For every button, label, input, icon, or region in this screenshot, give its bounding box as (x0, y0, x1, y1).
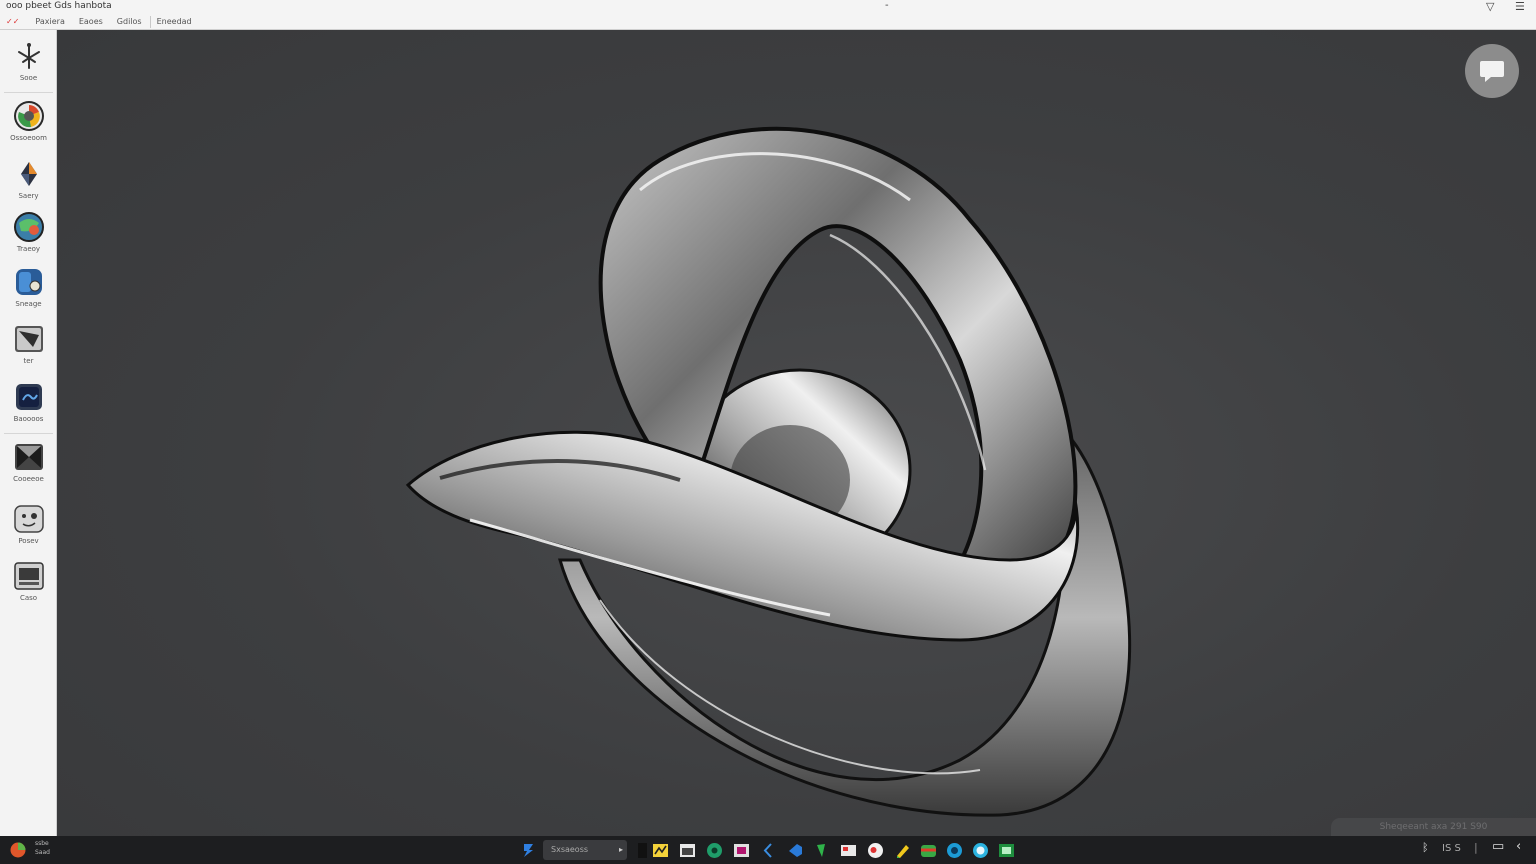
dock-label: Posev (18, 537, 39, 545)
title-bar: ooo pbeet Gds hanbota - ▽ ☰ ✓✓ Paxiera E… (0, 0, 1536, 30)
menu-item-eaoes[interactable]: Eaoes (79, 17, 103, 26)
browser-icon[interactable] (679, 842, 696, 859)
status-marks: ✓✓ (6, 17, 20, 26)
dock-label: Caso (19, 594, 38, 602)
dock-item-0[interactable]: Sooe (0, 40, 57, 82)
user-line-1: ssbe (35, 840, 49, 847)
window-title: ooo pbeet Gds hanbota (6, 1, 112, 11)
window-app-icon[interactable] (733, 842, 750, 859)
dock-item-3[interactable]: Traeoy (0, 211, 57, 253)
back-icon[interactable] (760, 842, 777, 859)
tray-divider: | (1474, 841, 1478, 854)
dock-label: ter (23, 357, 34, 365)
menu-item-eneedad[interactable]: Eneedad (157, 17, 192, 26)
dock-label: Baoooos (13, 415, 44, 423)
dock-divider (4, 92, 53, 93)
dock-label: Cooeeoe (13, 475, 44, 483)
window-icon (14, 444, 43, 470)
leaf-icon[interactable] (813, 842, 830, 859)
dock-label: Traeoy (16, 245, 41, 253)
desktop: Sheqeeant axa 291 S90 (57, 30, 1536, 836)
chrome-icon[interactable] (867, 842, 884, 859)
menu-bar: ✓✓ Paxiera Eaoes Gdilos Eneedad (6, 15, 206, 28)
hamburger-menu-icon[interactable]: ☰ (1515, 0, 1525, 13)
files-icon[interactable] (520, 842, 537, 859)
dock-item-8[interactable]: Posev (0, 503, 57, 545)
search-text: Sxsaeoss (551, 845, 589, 854)
notes-icon[interactable] (652, 842, 669, 859)
dock-item-7[interactable]: Cooeeoe (0, 441, 57, 483)
dock-item-9[interactable]: Caso (0, 560, 57, 602)
chrome-like-icon (13, 101, 44, 131)
taskbar-user: ssbe Saad (35, 839, 50, 857)
dock-label: Sneage (15, 300, 42, 308)
title-center-mark: - (885, 0, 889, 11)
media-icon[interactable] (706, 842, 723, 859)
dock-label: Ossoeoom (10, 134, 47, 142)
tray-chevron-icon[interactable]: ‹ (1516, 839, 1521, 854)
dock-item-4[interactable]: Sneage (0, 266, 57, 308)
dropdown-chevron-icon[interactable]: ▽ (1486, 0, 1494, 13)
menu-divider (149, 15, 151, 28)
dock-item-2[interactable]: Saery (0, 158, 57, 200)
user-line-2: Saad (35, 849, 50, 856)
vscode-icon[interactable] (787, 842, 804, 859)
menu-item-gdilos[interactable]: Gdilos (117, 17, 142, 26)
dock-label: Saery (18, 192, 39, 200)
dock-label: Sooe (19, 74, 38, 82)
taskbar: ssbe Saad Sxsaeoss ▸ ᛒ IS S | ▭ ‹ (0, 836, 1536, 864)
edge-icon[interactable] (946, 842, 963, 859)
pen-icon[interactable] (894, 842, 911, 859)
antenna-icon (17, 43, 40, 69)
display-icon (13, 562, 44, 590)
tray-status[interactable]: IS S (1442, 843, 1461, 854)
dock-item-5[interactable]: ter (0, 323, 57, 365)
sheet-icon[interactable] (998, 842, 1015, 859)
chat-bubble-button[interactable] (1465, 44, 1519, 98)
chat-bubble-icon (1480, 61, 1504, 82)
globe-icon (13, 212, 44, 242)
dock-item-6[interactable]: Baoooos (0, 381, 57, 423)
diamond-icon (20, 162, 37, 186)
wallpaper-sculpture-image (405, 126, 1132, 817)
dock-divider (4, 433, 53, 434)
mail-icon[interactable] (840, 842, 857, 859)
face-icon (13, 505, 44, 533)
terminal-icon[interactable] (636, 842, 653, 859)
activation-watermark: Sheqeeant axa 291 S90 (1331, 818, 1536, 836)
folder-icon (14, 326, 43, 352)
window-switch-icon[interactable]: ▭ (1492, 839, 1504, 854)
chat-icon[interactable] (972, 842, 989, 859)
search-arrow-icon: ▸ (618, 845, 623, 854)
app-dock: Sooe Ossoeoom Saery Traeoy Sneage ter Ba… (0, 30, 57, 836)
menu-item-paxiera[interactable]: Paxiera (35, 17, 64, 26)
bluetooth-icon[interactable]: ᛒ (1422, 841, 1429, 854)
dock-item-1[interactable]: Ossoeoom (0, 100, 57, 142)
store-icon[interactable] (920, 842, 937, 859)
media-icon (15, 384, 42, 410)
taskbar-search[interactable]: Sxsaeoss ▸ (543, 840, 627, 860)
start-orb-icon[interactable] (10, 842, 26, 858)
blue-app-icon (15, 269, 42, 295)
